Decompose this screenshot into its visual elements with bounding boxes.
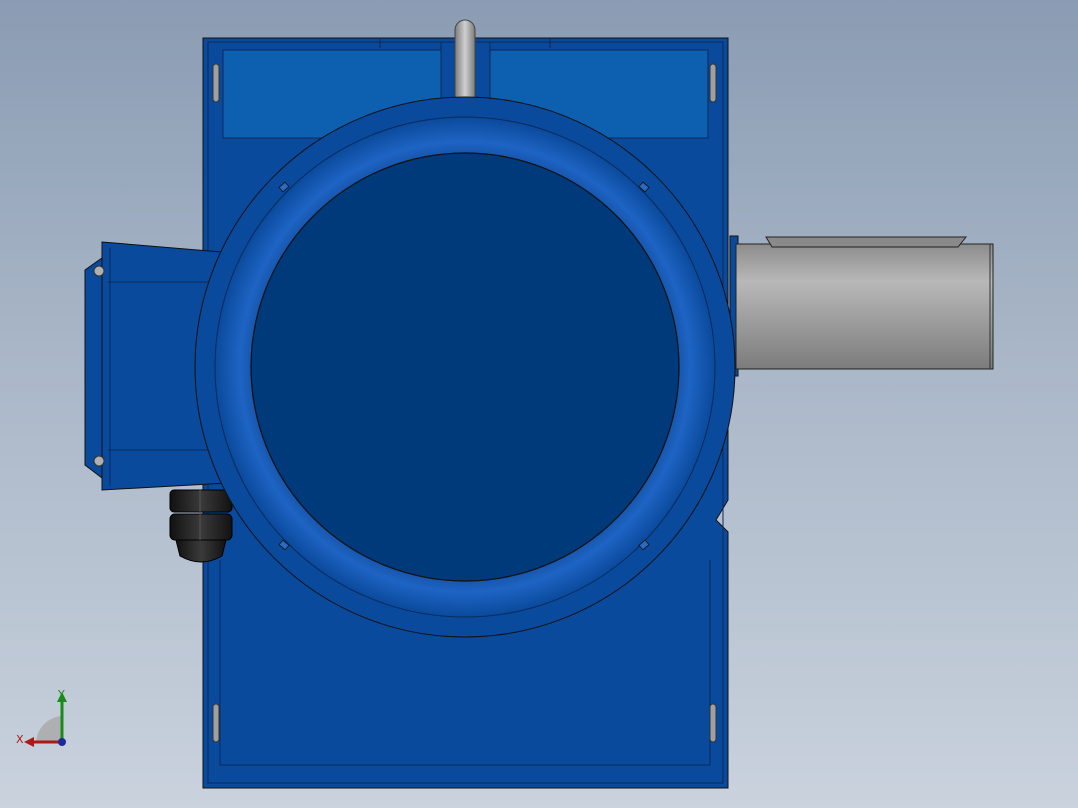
graphics-viewport[interactable]: X Y xyxy=(0,0,1078,808)
coordinate-triad-icon: X Y xyxy=(10,686,80,756)
terminal-screw-bottom xyxy=(93,455,105,467)
cad-model-view[interactable] xyxy=(0,0,1078,808)
bolt-top-right xyxy=(709,63,717,103)
output-shaft[interactable] xyxy=(729,235,994,377)
y-axis-label: Y xyxy=(58,688,65,701)
cable-gland[interactable] xyxy=(169,489,233,563)
motor-flange[interactable] xyxy=(194,96,736,638)
bolt-top-left xyxy=(212,63,220,103)
bolt-bottom-left xyxy=(212,703,220,743)
shaft-key xyxy=(765,236,968,248)
bolt-bottom-right xyxy=(709,703,717,743)
z-axis-dot xyxy=(58,738,66,746)
terminal-screw-top xyxy=(93,265,105,277)
x-axis-label: X xyxy=(16,733,24,746)
